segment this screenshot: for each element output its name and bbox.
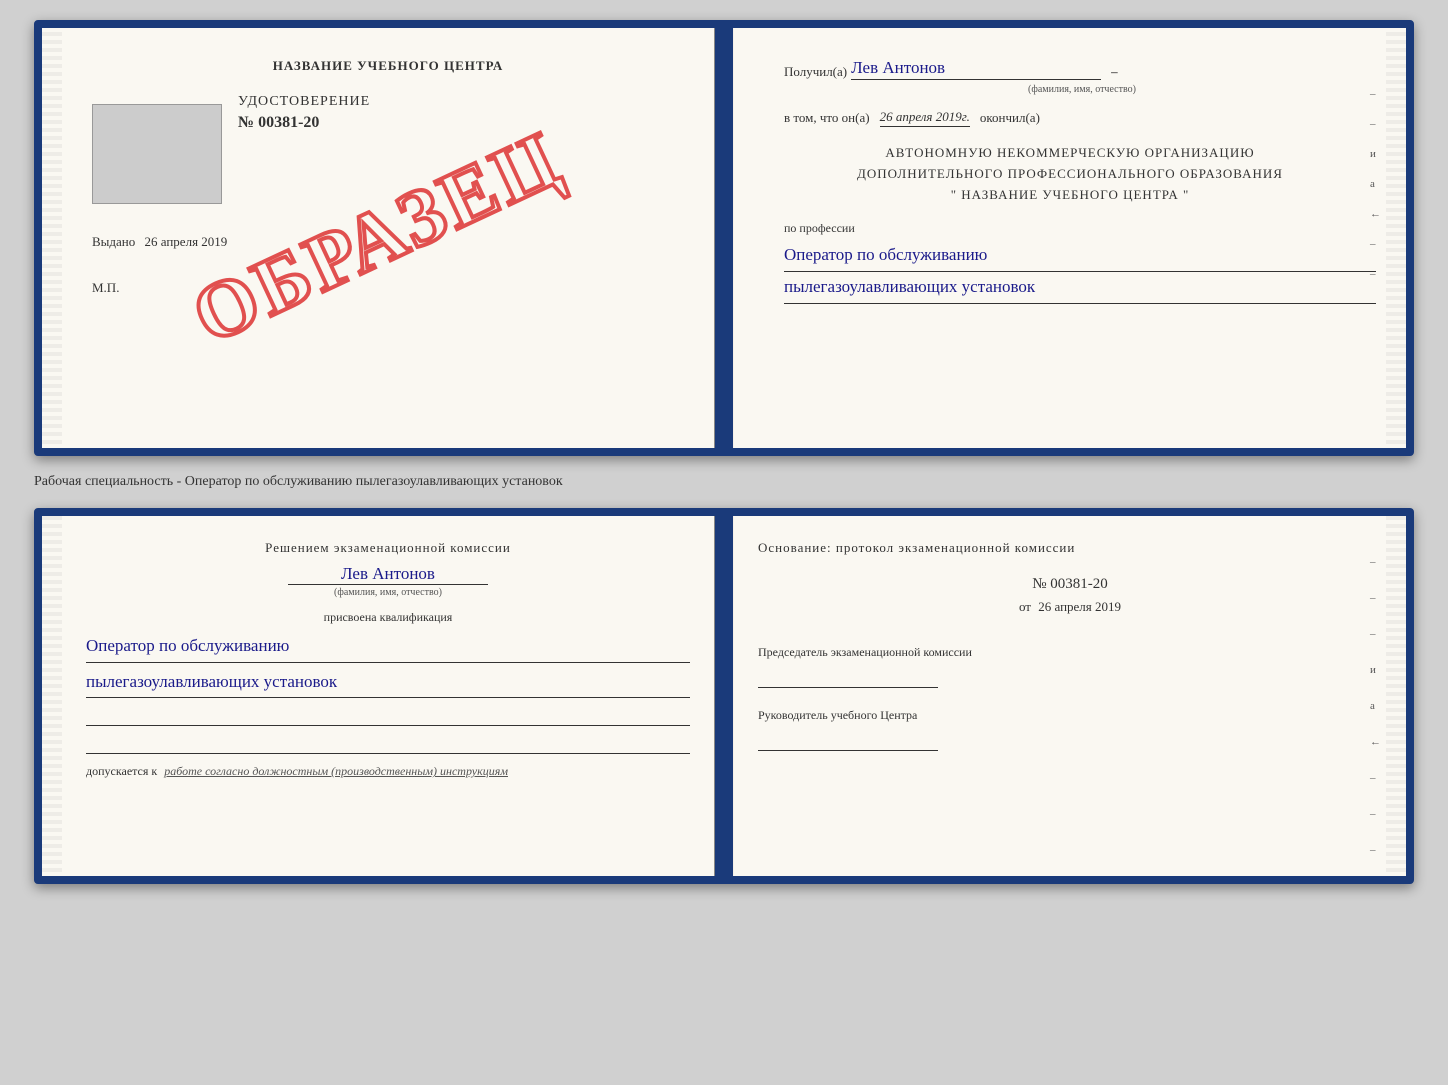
cert-text-block: УДОСТОВЕРЕНИЕ № 00381-20 [238, 94, 370, 140]
commission-header: Решением экзаменационной комиссии [86, 540, 690, 556]
protocol-date-value: 26 апреля 2019 [1038, 599, 1121, 614]
date-value: 26 апреля 2019г. [880, 109, 970, 127]
right-edge-marks-bottom: – – – и а ← – – – [1370, 556, 1381, 856]
date-line: в том, что он(а) 26 апреля 2019г. окончи… [784, 109, 1376, 127]
received-label: Получил(а) [784, 64, 847, 80]
top-left-page: НАЗВАНИЕ УЧЕБНОГО ЦЕНТРА УДОСТОВЕРЕНИЕ №… [42, 28, 716, 448]
org-line2: ДОПОЛНИТЕЛЬНОГО ПРОФЕССИОНАЛЬНОГО ОБРАЗО… [784, 164, 1356, 185]
recipient-line: Получил(а) Лев Антонов – [784, 58, 1376, 80]
top-document: НАЗВАНИЕ УЧЕБНОГО ЦЕНТРА УДОСТОВЕРЕНИЕ №… [34, 20, 1414, 456]
bottom-document: Решением экзаменационной комиссии Лев Ан… [34, 508, 1414, 884]
protocol-date-prefix: от [1019, 599, 1031, 614]
bottom-name-wrapper: Лев Антонов [86, 564, 690, 587]
issued-line: Выдано 26 апреля 2019 [92, 234, 684, 250]
right-edge-marks: – – и а ← – – [1370, 88, 1381, 280]
photo-placeholder [92, 104, 222, 204]
rukov-label: Руководитель учебного Центра [758, 708, 1382, 723]
blank-line-1 [86, 706, 690, 726]
top-left-title: НАЗВАНИЕ УЧЕБНОГО ЦЕНТРА [92, 58, 684, 74]
commission-name-sub: (фамилия, имя, отчество) [86, 587, 690, 598]
qual-line2: пылегазоулавливающих установок [86, 667, 690, 699]
profession-label: по профессии [784, 221, 1376, 236]
qual-line1: Оператор по обслуживанию [86, 631, 690, 663]
commission-name: Лев Антонов [288, 564, 488, 585]
commission-assigned: присвоена квалификация [86, 610, 690, 625]
profession-line1: Оператор по обслуживанию [784, 240, 1376, 272]
bottom-left-page: Решением экзаменационной комиссии Лев Ан… [42, 516, 716, 876]
допускается-value: работе согласно должностным (производств… [164, 764, 508, 778]
profession-line2: пылегазоулавливающих установок [784, 272, 1376, 304]
date-prefix: в том, что он(а) [784, 110, 870, 126]
blank-line-2 [86, 734, 690, 754]
separator-text: Рабочая специальность - Оператор по обсл… [34, 466, 1414, 498]
top-right-page: Получил(а) Лев Антонов – (фамилия, имя, … [734, 28, 1406, 448]
org-line1: АВТОНОМНУЮ НЕКОММЕРЧЕСКУЮ ОРГАНИЗАЦИЮ [784, 143, 1356, 164]
org-line3: " НАЗВАНИЕ УЧЕБНОГО ЦЕНТРА " [784, 185, 1356, 206]
rukov-signature-line [758, 727, 938, 751]
name-subtitle: (фамилия, имя, отчество) [788, 84, 1376, 95]
osnov-header: Основание: протокол экзаменационной коми… [758, 540, 1382, 556]
recipient-name: Лев Антонов [851, 58, 1101, 80]
issued-date: 26 апреля 2019 [145, 234, 228, 249]
cert-number: № 00381-20 [238, 114, 370, 132]
date-suffix: окончил(а) [980, 110, 1040, 126]
chairman-label: Председатель экзаменационной комиссии [758, 645, 1382, 660]
org-block: АВТОНОМНУЮ НЕКОММЕРЧЕСКУЮ ОРГАНИЗАЦИЮ ДО… [784, 143, 1356, 205]
chairman-signature-line [758, 664, 938, 688]
bottom-right-page: Основание: протокол экзаменационной коми… [734, 516, 1406, 876]
допускается-line: допускается к работе согласно должностны… [86, 764, 690, 779]
dash: – [1111, 64, 1118, 80]
cert-label: УДОСТОВЕРЕНИЕ [238, 94, 370, 110]
bottom-left-content: Решением экзаменационной комиссии Лев Ан… [86, 540, 690, 779]
bottom-spine [715, 516, 733, 876]
допускается-label: допускается к [86, 764, 157, 778]
cert-top-row: УДОСТОВЕРЕНИЕ № 00381-20 [72, 94, 684, 214]
protocol-date: от 26 апреля 2019 [758, 599, 1382, 615]
spine [715, 28, 733, 448]
mp-line: М.П. [92, 280, 684, 296]
protocol-number: № 00381-20 [758, 576, 1382, 593]
issued-label: Выдано [92, 234, 135, 249]
